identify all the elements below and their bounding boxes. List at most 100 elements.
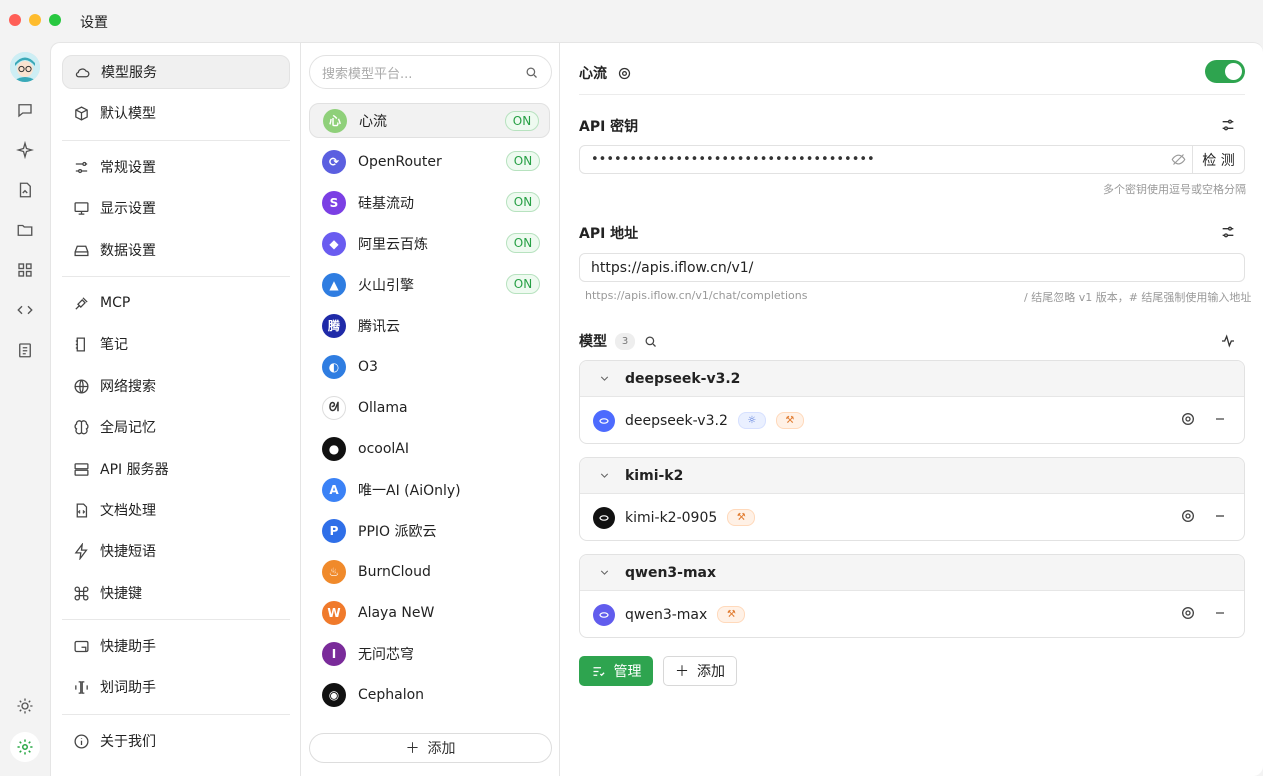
nav-item-label: 数据设置 <box>100 243 156 259</box>
nav-item-selection-assistant[interactable]: 划词助手 <box>62 670 290 704</box>
zap-icon <box>74 542 88 560</box>
remove-model-icon[interactable] <box>1212 411 1230 429</box>
avatar[interactable] <box>10 52 40 82</box>
close-window-button[interactable] <box>9 14 21 26</box>
chevron-down-icon[interactable] <box>598 372 611 385</box>
provider-item[interactable]: ⟳ OpenRouter ON <box>309 144 550 179</box>
chevron-down-icon[interactable] <box>598 566 611 579</box>
provider-logo-icon: I <box>322 641 346 666</box>
nav-item-label: API 服务器 <box>100 462 169 478</box>
qwen-icon <box>593 603 615 626</box>
nav-item-about[interactable]: 关于我们 <box>62 724 290 758</box>
provider-item[interactable]: ◉ Cephalon <box>309 677 550 712</box>
nav-item-notes[interactable]: 笔记 <box>62 327 290 361</box>
apps-grid-icon[interactable] <box>14 259 36 281</box>
provider-on-badge: ON <box>506 233 540 253</box>
plus-icon: ＋ <box>675 664 689 680</box>
provider-name: 阿里云百炼 <box>358 236 428 253</box>
api-key-field[interactable]: ••••••••••••••••••••••••••••••••••••• 检 … <box>579 145 1245 174</box>
nav-item-label: 网络搜索 <box>100 379 156 395</box>
provider-item[interactable]: ◐ O3 <box>309 349 550 384</box>
eye-off-icon[interactable] <box>1164 152 1192 167</box>
image-file-icon[interactable] <box>14 179 36 201</box>
provider-item[interactable]: W Alaya NeW <box>309 595 550 630</box>
provider-search-input[interactable]: 搜索模型平台... <box>309 55 552 89</box>
provider-item[interactable]: ♨ BurnCloud <box>309 554 550 589</box>
nav-item-label: 常规设置 <box>100 160 156 176</box>
monitor-gear-icon <box>74 201 89 215</box>
tool-tag-icon: ⚒ <box>717 606 746 623</box>
nav-item-quick-assistant[interactable]: 快捷助手 <box>62 629 290 663</box>
provider-item[interactable]: P PPIO 派欧云 <box>309 513 550 548</box>
check-key-button[interactable]: 检 测 <box>1192 146 1244 173</box>
code-icon[interactable] <box>14 299 36 321</box>
whale-icon <box>593 409 615 432</box>
add-model-button[interactable]: ＋ 添加 <box>663 656 737 686</box>
api-url-settings-icon[interactable] <box>1220 224 1238 242</box>
remove-model-icon[interactable] <box>1212 605 1230 623</box>
settings-icon[interactable] <box>617 66 632 81</box>
api-key-label: API 密钥 <box>579 119 639 135</box>
settings-gear-icon[interactable] <box>10 732 40 762</box>
model-group: kimi-k2 kimi-k2-0905 ⚒ <box>579 457 1245 541</box>
minimize-window-button[interactable] <box>29 14 41 26</box>
provider-item[interactable]: A 唯一AI (AiOnly) <box>309 472 550 507</box>
sparkle-icon[interactable] <box>14 139 36 161</box>
provider-enabled-toggle[interactable] <box>1205 60 1245 83</box>
api-key-settings-icon[interactable] <box>1220 117 1238 135</box>
provider-title-text: 心流 <box>579 66 607 82</box>
model-group-name: deepseek-v3.2 <box>625 370 741 387</box>
chat-icon[interactable] <box>14 99 36 121</box>
command-icon <box>74 586 89 600</box>
model-settings-icon[interactable] <box>1180 411 1198 429</box>
manage-label: 管理 <box>613 664 642 680</box>
provider-item[interactable]: ◆ 阿里云百炼 ON <box>309 226 550 261</box>
zoom-window-button[interactable] <box>49 14 61 26</box>
nav-item-mcp[interactable]: MCP <box>62 286 290 320</box>
model-settings-icon[interactable] <box>1180 508 1198 526</box>
nav-item-memory[interactable]: 全局记忆 <box>62 410 290 444</box>
nav-item-label: 全局记忆 <box>100 420 156 436</box>
provider-item[interactable]: ▲ 火山引擎 ON <box>309 267 550 302</box>
theme-sun-icon[interactable] <box>14 695 36 717</box>
provider-logo-icon: ◉ <box>322 682 346 707</box>
model-group-header[interactable]: deepseek-v3.2 <box>580 361 1244 397</box>
clipboard-icon[interactable] <box>14 339 36 361</box>
models-header: 模型 3 <box>579 331 658 351</box>
list-check-icon <box>593 666 605 676</box>
model-settings-icon[interactable] <box>1180 605 1198 623</box>
nav-item-label: 划词助手 <box>100 680 156 696</box>
folder-icon[interactable] <box>14 219 36 241</box>
model-group-header[interactable]: kimi-k2 <box>580 458 1244 494</box>
nav-item-model-service[interactable]: 模型服务 <box>62 55 290 89</box>
provider-item[interactable]: ● ocoolAI <box>309 431 550 466</box>
provider-item[interactable]: 腾腾讯云 <box>309 308 550 343</box>
model-group-header[interactable]: qwen3-max <box>580 555 1244 591</box>
nav-divider <box>62 140 290 141</box>
provider-item[interactable]: S 硅基流动 ON <box>309 185 550 220</box>
api-url-input[interactable]: https://apis.iflow.cn/v1/ <box>579 253 1245 282</box>
nav-item-web-search[interactable]: 网络搜索 <box>62 369 290 403</box>
chevron-down-icon[interactable] <box>598 469 611 482</box>
nav-item-api-server[interactable]: API 服务器 <box>62 452 290 486</box>
provider-item[interactable]: ᘛ Ollama <box>309 390 550 425</box>
nav-item-display[interactable]: 显示设置 <box>62 191 290 225</box>
search-icon[interactable] <box>643 334 658 349</box>
nav-item-documents[interactable]: 文档处理 <box>62 493 290 527</box>
manage-models-button[interactable]: 管理 <box>579 656 653 686</box>
nav-item-general[interactable]: 常规设置 <box>62 150 290 184</box>
provider-name: 火山引擎 <box>358 277 414 294</box>
model-name: kimi-k2-0905 <box>625 509 718 526</box>
provider-name: ocoolAI <box>358 440 409 457</box>
remove-model-icon[interactable] <box>1212 508 1230 526</box>
plug-icon <box>75 296 88 310</box>
provider-item[interactable]: 心心流 ON <box>309 103 550 138</box>
nav-item-quick-phrases[interactable]: 快捷短语 <box>62 534 290 568</box>
provider-item[interactable]: I 无问芯穹 <box>309 636 550 671</box>
model-health-check-icon[interactable] <box>1220 333 1238 351</box>
add-provider-button[interactable]: ＋ 添加 <box>309 733 552 763</box>
nav-item-default-model[interactable]: 默认模型 <box>62 96 290 130</box>
nav-item-shortcuts[interactable]: 快捷键 <box>62 576 290 610</box>
api-key-value[interactable]: ••••••••••••••••••••••••••••••••••••• <box>580 152 1164 167</box>
nav-item-data[interactable]: 数据设置 <box>62 233 290 267</box>
